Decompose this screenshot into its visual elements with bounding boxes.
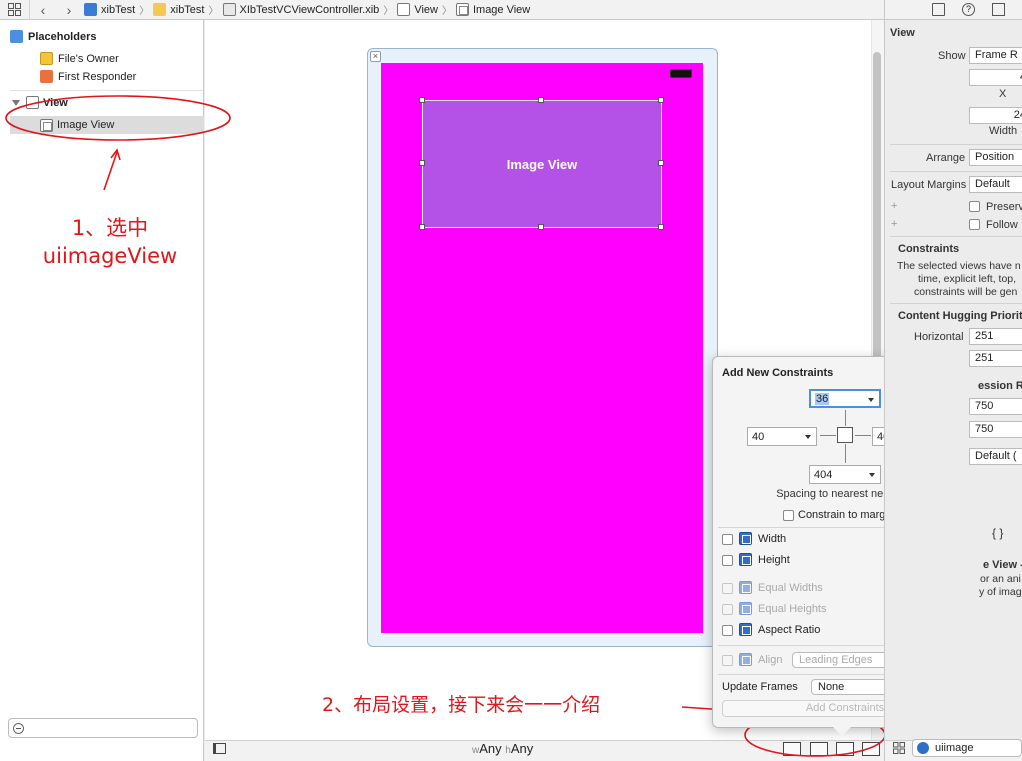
show-label: Show [938, 50, 966, 62]
hugging-horizontal-value: 251 [975, 330, 994, 342]
update-frames-label: Update Frames [722, 681, 798, 693]
update-frames-value: None [818, 681, 845, 693]
show-value: Frame R [975, 49, 1018, 61]
compression-resistance-title: ession R [978, 380, 1022, 392]
intrinsic-size-value: Default ( [975, 450, 1017, 462]
hugging-vertical-field[interactable]: 251 [969, 350, 1022, 367]
width-checkbox[interactable] [722, 534, 733, 545]
width-constraint-icon [739, 532, 752, 545]
layout-margins-popup[interactable]: Default [969, 176, 1022, 193]
compression-horizontal-field[interactable]: 750 [969, 398, 1022, 415]
leading-spacing-value: 40 [752, 430, 765, 443]
bottom-spacing-combo[interactable]: 404 [809, 465, 881, 484]
bottom-spacing-value: 404 [814, 468, 833, 481]
align-icon [739, 653, 752, 666]
width-label: Width [758, 533, 787, 545]
constraints-text-line: The selected views have n [897, 260, 1021, 272]
popover-arrow [833, 727, 851, 736]
dropdown-arrow-icon[interactable] [805, 435, 811, 439]
inspector-separator [890, 171, 1022, 172]
height-checkbox[interactable] [722, 555, 733, 566]
equal-widths-icon [739, 581, 752, 594]
follow-label: Follow [986, 219, 1018, 231]
compression-horizontal-value: 750 [975, 400, 994, 412]
intrinsic-size-popup[interactable]: Default ( [969, 448, 1022, 465]
height-constraint-icon [739, 553, 752, 566]
pin-strut-trailing[interactable] [855, 435, 871, 436]
annotation-arrow-shaft [103, 151, 118, 191]
pin-strut-top[interactable] [845, 410, 846, 426]
inspector-section-view: View [890, 27, 915, 39]
preserve-checkbox[interactable] [969, 201, 980, 212]
popover-title: Add New Constraints [722, 367, 834, 379]
library-search-value: uiimage [935, 742, 974, 754]
pin-center-box [837, 427, 853, 443]
height-label: Height [758, 554, 790, 566]
code-snippet-library-icon[interactable]: { } [992, 526, 1003, 540]
hugging-vertical-value: 251 [975, 352, 994, 364]
arrange-label: Arrange [926, 152, 966, 164]
x-field[interactable]: 4 [969, 69, 1022, 86]
library-item-description: y of imag [979, 586, 1022, 598]
leading-spacing-combo[interactable]: 40 [747, 427, 817, 446]
library-grid-icon[interactable] [893, 742, 905, 754]
preserve-label: Preserv [986, 201, 1022, 213]
library-item-description: or an ani [980, 573, 1021, 585]
pin-strut-bottom[interactable] [845, 444, 846, 463]
width-field[interactable]: 24 [969, 107, 1022, 124]
equal-heights-label: Equal Heights [758, 603, 827, 615]
layout-margins-label: Layout Margins [891, 179, 967, 191]
constrain-margins-checkbox[interactable] [783, 510, 794, 521]
show-popup[interactable]: Frame R [969, 47, 1022, 64]
equal-widths-label: Equal Widths [758, 582, 823, 594]
compression-vertical-field[interactable]: 750 [969, 421, 1022, 438]
hugging-horizontal-label: Horizontal [914, 331, 964, 343]
quick-help-icon[interactable]: ? [962, 3, 975, 16]
search-filter-icon [917, 742, 929, 754]
constraints-text-line: constraints will be gen [914, 286, 1018, 298]
x-label: X [999, 88, 1007, 100]
annotation-note-2: 2、布局设置，接下来会一一介绍 [322, 694, 601, 716]
align-checkbox[interactable] [722, 655, 733, 666]
equal-heights-icon [739, 602, 752, 615]
annotation-note-1-line2: uiimageView [42, 244, 178, 268]
equal-widths-checkbox[interactable] [722, 583, 733, 594]
pin-strut-leading[interactable] [820, 435, 836, 436]
identity-inspector-icon[interactable] [992, 3, 1005, 16]
arrange-popup[interactable]: Position [969, 149, 1022, 166]
align-label: Align [758, 654, 783, 666]
dropdown-arrow-icon[interactable] [869, 473, 875, 477]
inspector-separator [890, 144, 1022, 145]
width-field-value: 24 [1013, 109, 1022, 121]
align-value: Leading Edges [799, 654, 873, 666]
inspector-separator [890, 236, 1022, 237]
content-hugging-title: Content Hugging Priority [898, 310, 1022, 322]
dropdown-arrow-icon[interactable] [868, 398, 874, 402]
follow-checkbox[interactable] [969, 219, 980, 230]
library-item-title: e View - [983, 559, 1022, 571]
top-spacing-value: 36 [815, 392, 830, 405]
width-field-label: Width [989, 125, 1018, 137]
aspect-ratio-checkbox[interactable] [722, 625, 733, 636]
annotation-note-1: 1、选中 uiimageView [40, 214, 180, 270]
inspector-separator [890, 303, 1022, 304]
constraints-text-line: time, explicit left, top, [918, 273, 1017, 285]
add-variation-icon[interactable]: + [891, 200, 897, 212]
file-inspector-icon[interactable] [932, 3, 945, 16]
arrange-value: Position [975, 151, 1015, 163]
annotation-note-1-line1: 1、选中 [71, 216, 149, 240]
layout-margins-value: Default [975, 178, 1010, 190]
constraints-title: Constraints [898, 243, 960, 255]
equal-heights-checkbox[interactable] [722, 604, 733, 615]
annotation-ellipse-outline [5, 95, 231, 141]
aspect-ratio-icon [739, 623, 752, 636]
top-spacing-combo[interactable]: 36 [809, 389, 881, 408]
compression-vertical-value: 750 [975, 423, 994, 435]
hugging-horizontal-field[interactable]: 251 [969, 328, 1022, 345]
aspect-ratio-label: Aspect Ratio [758, 624, 821, 636]
add-variation-icon[interactable]: + [891, 218, 897, 230]
